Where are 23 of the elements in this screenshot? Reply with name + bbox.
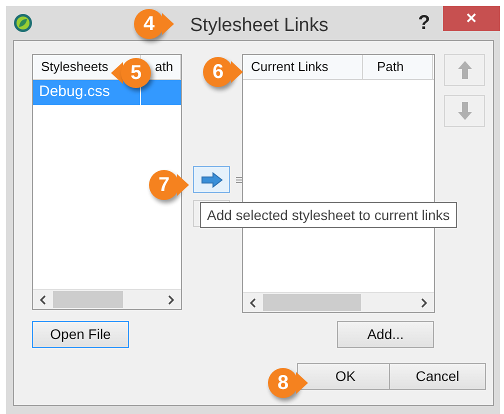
- add-link-button[interactable]: [193, 166, 230, 193]
- down-arrow-icon: [458, 102, 472, 120]
- scrollbar-thumb[interactable]: [53, 291, 124, 308]
- pointer-arrow-icon: [231, 61, 243, 83]
- pointer-arrow-icon: [296, 372, 308, 394]
- close-button[interactable]: ✕: [443, 6, 500, 31]
- leaf-logo-icon: [14, 14, 32, 32]
- column-header[interactable]: Current Links: [251, 57, 328, 77]
- right-arrow-icon: [200, 172, 222, 188]
- pointer-arrow-icon: [177, 174, 189, 196]
- help-button[interactable]: ?: [418, 8, 430, 38]
- open-file-button[interactable]: Open File: [32, 321, 129, 348]
- up-arrow-icon: [458, 61, 472, 79]
- scrollbar-thumb[interactable]: [263, 294, 362, 311]
- add-button[interactable]: Add...: [337, 321, 434, 348]
- column-header[interactable]: Stylesheets: [41, 57, 108, 77]
- column-header[interactable]: ath: [155, 57, 174, 77]
- tooltip: Add selected stylesheet to current links: [200, 202, 457, 228]
- pointer-arrow-icon: [162, 13, 174, 35]
- column-header[interactable]: Path: [377, 57, 404, 77]
- pointer-arrow-icon: [111, 62, 123, 84]
- cancel-button[interactable]: Cancel: [389, 363, 486, 390]
- window-title: Stylesheet Links: [190, 14, 328, 38]
